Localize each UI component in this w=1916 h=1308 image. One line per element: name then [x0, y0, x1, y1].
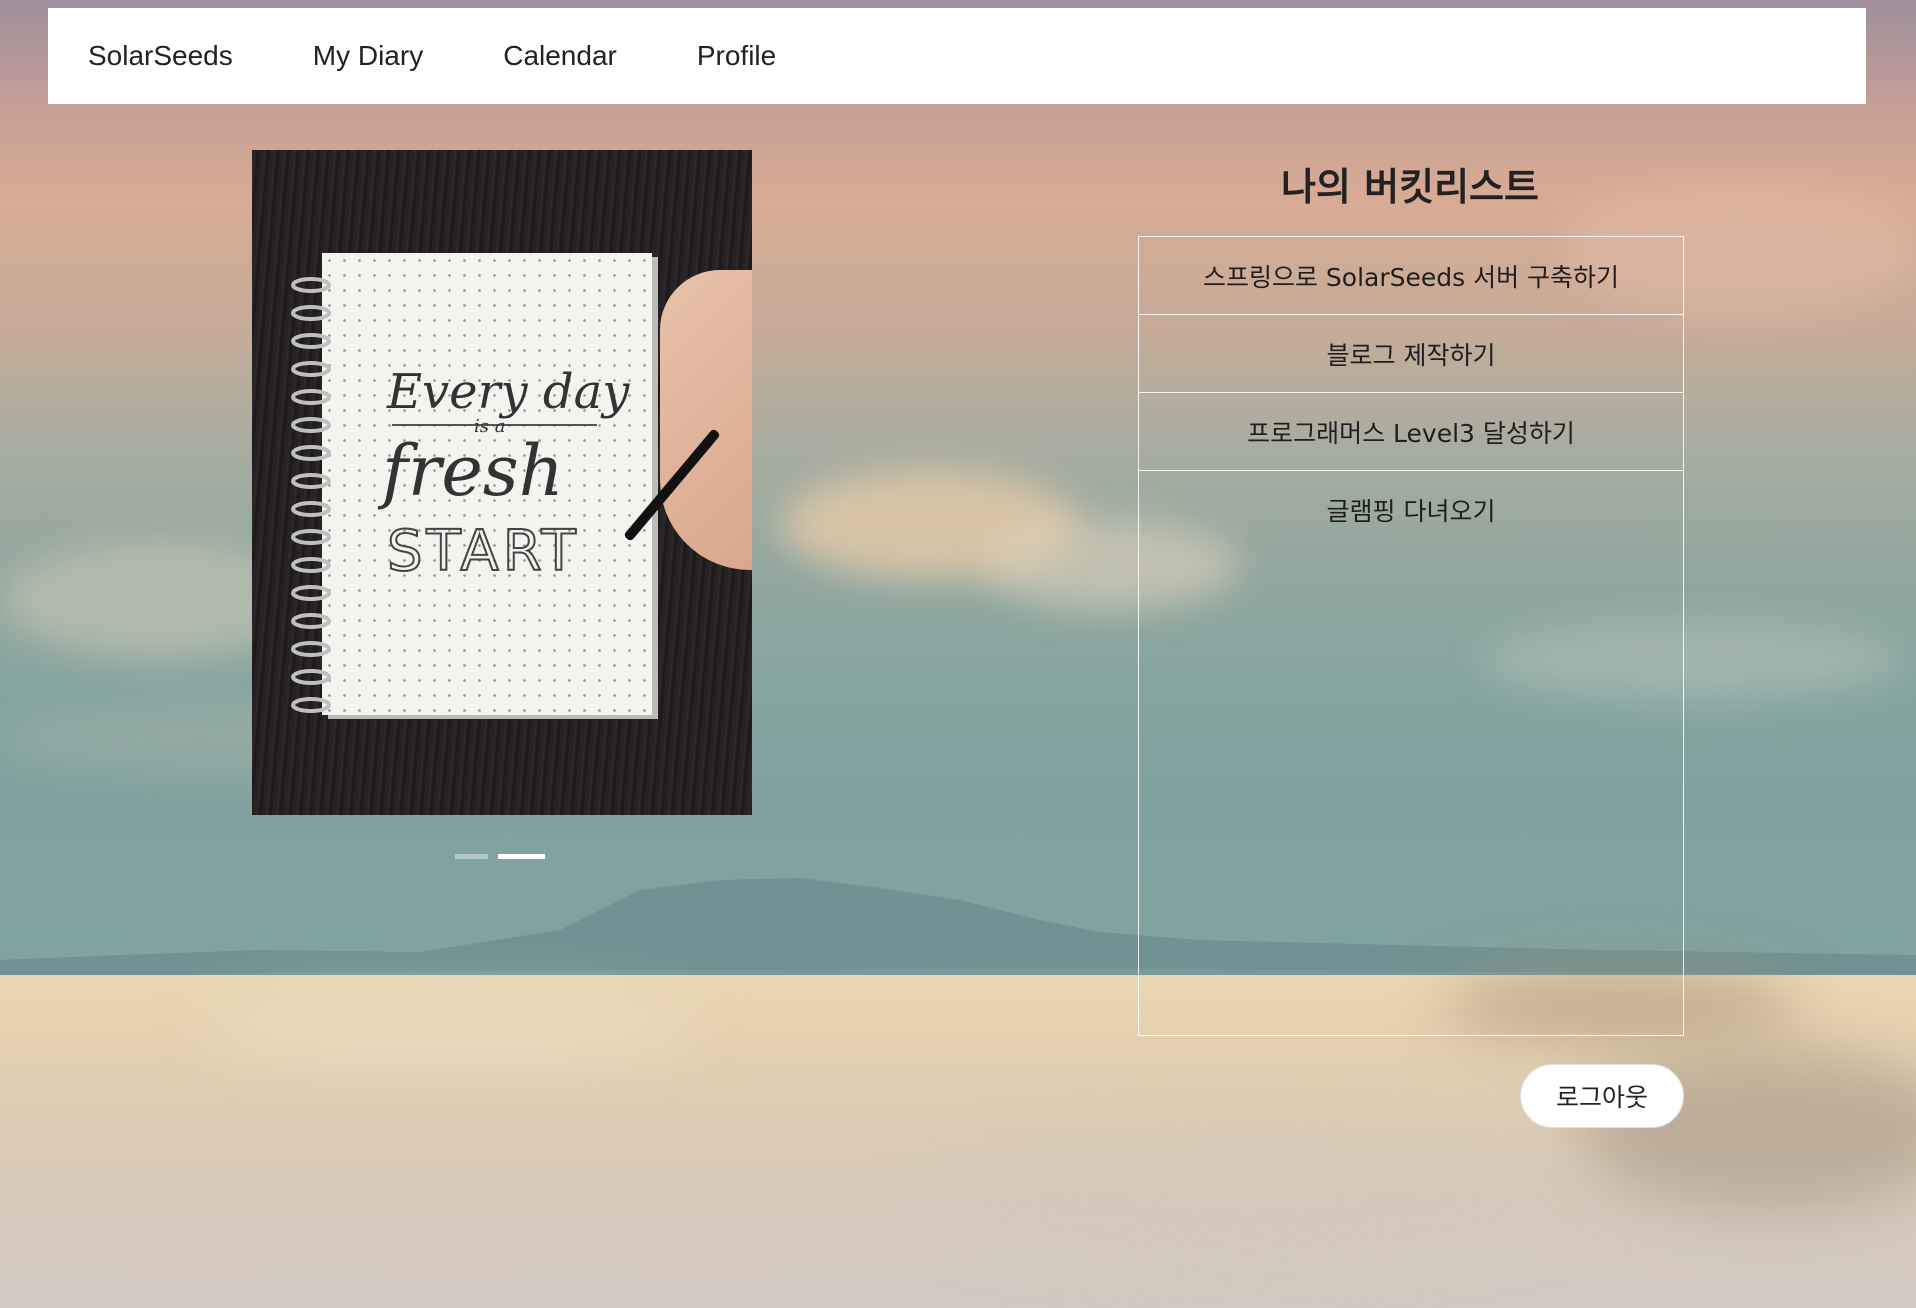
photo-text-fresh: fresh: [377, 430, 564, 512]
bucket-list-item[interactable]: 블로그 제작하기: [1139, 315, 1683, 393]
bucket-list: 스프링으로 SolarSeeds 서버 구축하기 블로그 제작하기 프로그래머스…: [1138, 236, 1684, 1036]
bucket-list-item[interactable]: 프로그래머스 Level3 달성하기: [1139, 393, 1683, 471]
photo-text-start: START: [387, 519, 580, 584]
photo-text-every-day: Every day: [386, 364, 630, 420]
carousel-indicator-2[interactable]: [498, 854, 545, 859]
logout-button[interactable]: 로그아웃: [1520, 1064, 1684, 1128]
dune-highlight: [900, 1140, 1600, 1260]
nav-link-calendar[interactable]: Calendar: [503, 40, 617, 72]
nav-brand-link[interactable]: SolarSeeds: [88, 40, 233, 72]
bucket-list-title: 나의 버킷리스트: [1281, 165, 1539, 209]
nav-link-my-diary[interactable]: My Diary: [313, 40, 423, 72]
carousel-indicator-1[interactable]: [455, 854, 488, 859]
photo-carousel[interactable]: Every day is a fresh START: [252, 150, 752, 815]
bucket-list-item[interactable]: 스프링으로 SolarSeeds 서버 구축하기: [1139, 237, 1683, 315]
carousel-indicators: [455, 854, 545, 859]
nav-link-profile[interactable]: Profile: [697, 40, 776, 72]
bucket-list-item[interactable]: 글램핑 다녀오기: [1139, 471, 1683, 549]
handwriting: Every day is a fresh START: [377, 364, 630, 585]
dune-highlight: [200, 1000, 700, 1060]
navbar: SolarSeeds My Diary Calendar Profile: [48, 8, 1866, 104]
notebook-photo: Every day is a fresh START: [252, 150, 752, 815]
